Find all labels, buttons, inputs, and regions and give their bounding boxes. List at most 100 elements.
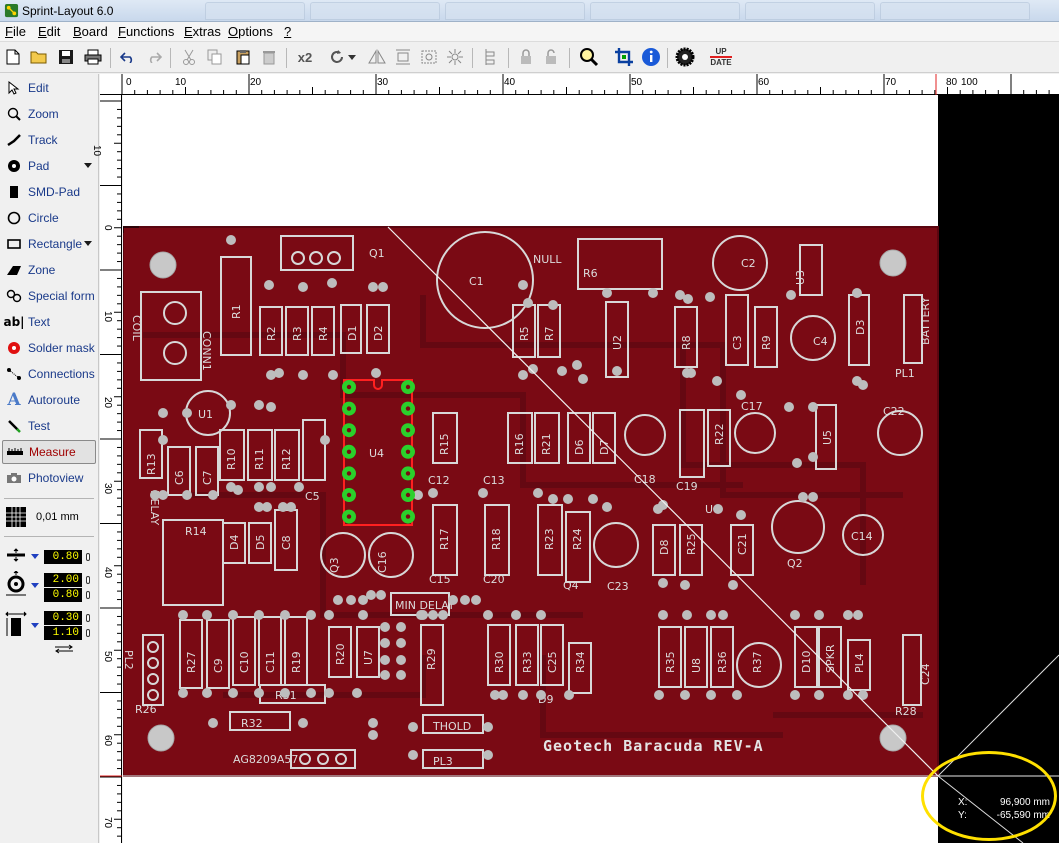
component-label: R14 xyxy=(185,525,207,538)
component-label: COIL xyxy=(130,315,143,342)
component-label: MIN DELAY xyxy=(395,599,455,612)
v-ruler-label: 70 xyxy=(102,817,113,829)
tool-solder-mask[interactable]: Solder mask xyxy=(2,336,96,360)
unit-toggle[interactable] xyxy=(86,553,90,561)
ungroup-icon[interactable] xyxy=(444,46,466,68)
delete-icon[interactable] xyxy=(258,46,280,68)
tool-rectangle[interactable]: Rectangle xyxy=(2,232,96,256)
paste-icon[interactable] xyxy=(232,46,254,68)
pad-outer-value[interactable]: 2.00 xyxy=(44,573,82,587)
panel-divider xyxy=(4,536,94,537)
pad-circle-icon xyxy=(4,156,24,176)
toolbar-separator xyxy=(472,48,473,68)
save-icon[interactable] xyxy=(55,46,77,68)
chevron-down-icon[interactable] xyxy=(31,554,39,559)
swap-arrows-icon[interactable] xyxy=(53,644,75,654)
tool-zoom[interactable]: Zoom xyxy=(2,102,96,126)
lock-icon[interactable] xyxy=(515,46,537,68)
redo-icon[interactable] xyxy=(143,46,165,68)
v-ruler-label: 30 xyxy=(102,483,113,495)
menu-edit[interactable]: Edit xyxy=(35,24,63,39)
rotate-icon[interactable] xyxy=(326,46,348,68)
mirror-horizontal-icon[interactable] xyxy=(366,46,388,68)
component-label: R2 xyxy=(265,326,278,341)
unit-toggle[interactable] xyxy=(86,629,90,637)
component-label: C15 xyxy=(429,573,451,586)
grid-setting[interactable]: 0,01 mm xyxy=(5,506,79,528)
unit-toggle[interactable] xyxy=(86,591,90,599)
highlight-annotation-ring xyxy=(921,751,1057,841)
mounting-hole xyxy=(879,249,907,277)
tool-panel: Edit Zoom Track Pad SMD-Pad Circle Recta… xyxy=(0,74,99,843)
tool-test[interactable]: Test xyxy=(2,414,96,438)
component-label: U3 xyxy=(794,270,807,285)
tool-special-form[interactable]: Special form xyxy=(2,284,96,308)
component-label: C2 xyxy=(741,257,756,270)
info-icon[interactable] xyxy=(640,46,662,68)
vertical-ruler-ticks xyxy=(100,100,122,837)
sprint-layout-app-icon xyxy=(4,3,19,18)
horizontal-ruler: 0 10 20 30 40 50 60 70 80 90 100 xyxy=(100,74,1059,95)
component-label: R15 xyxy=(438,433,451,455)
track-width-value[interactable]: 0.80 xyxy=(44,550,82,564)
copy-icon[interactable] xyxy=(204,46,226,68)
component-label: R29 xyxy=(425,648,438,670)
smd-height-value[interactable]: 1.10 xyxy=(44,626,82,640)
new-file-icon[interactable] xyxy=(2,46,24,68)
smd-width-value[interactable]: 0.30 xyxy=(44,611,82,625)
pad-inner-value[interactable]: 0.80 xyxy=(44,588,82,602)
tool-zone[interactable]: Zone xyxy=(2,258,96,282)
menu-help[interactable]: ? xyxy=(281,24,294,39)
tool-connections[interactable]: Connections xyxy=(2,362,96,386)
horizontal-ruler-ticks xyxy=(121,74,1050,95)
component-label: U4 xyxy=(369,447,384,460)
chevron-down-icon[interactable] xyxy=(84,163,92,168)
menu-file[interactable]: File xyxy=(2,24,29,39)
tool-edit[interactable]: Edit xyxy=(2,76,96,100)
tool-autoroute[interactable]: A Autoroute xyxy=(2,388,96,412)
cut-icon[interactable] xyxy=(178,46,200,68)
pcb-board[interactable]: Q1 C1 NULL R6 C2 U3 BATTERY PL1 COIL CONN1 R1 R2 R3 R… xyxy=(123,95,1059,843)
component-label: R33 xyxy=(521,651,534,673)
unlock-icon[interactable] xyxy=(541,46,563,68)
title-bar: Sprint-Layout 6.0 xyxy=(0,0,1059,22)
print-icon[interactable] xyxy=(82,46,104,68)
toolbar-separator xyxy=(569,48,570,68)
tool-pad[interactable]: Pad xyxy=(2,154,96,178)
open-folder-icon[interactable] xyxy=(28,46,50,68)
chevron-down-icon[interactable] xyxy=(84,241,92,246)
tool-track[interactable]: Track xyxy=(2,128,96,152)
undo-icon[interactable] xyxy=(117,46,139,68)
background-tab xyxy=(590,2,740,20)
unit-toggle[interactable] xyxy=(86,576,90,584)
tool-measure[interactable]: Measure xyxy=(2,440,96,464)
menu-board[interactable]: Board xyxy=(70,24,111,39)
layout-canvas[interactable]: Q1 C1 NULL R6 C2 U3 BATTERY PL1 COIL CONN1 R1 R2 R3 R… xyxy=(123,95,1059,843)
menu-extras[interactable]: Extras xyxy=(181,24,224,39)
component-label: R17 xyxy=(438,528,451,550)
menu-options[interactable]: Options xyxy=(225,24,276,39)
component-icon[interactable] xyxy=(480,46,502,68)
multiply-x2-icon[interactable]: x2 xyxy=(294,46,316,68)
tool-circle[interactable]: Circle xyxy=(2,206,96,230)
component-label: D2 xyxy=(372,326,385,341)
group-icon[interactable] xyxy=(418,46,440,68)
tool-text[interactable]: ab| Text xyxy=(2,310,96,334)
mirror-vertical-icon[interactable] xyxy=(392,46,414,68)
tool-smd-pad[interactable]: SMD-Pad xyxy=(2,180,96,204)
zoom-magnifier-icon[interactable] xyxy=(578,46,600,68)
component-label: R9 xyxy=(760,335,773,350)
chevron-down-icon[interactable] xyxy=(31,623,39,628)
tool-photoview[interactable]: Photoview xyxy=(2,466,96,490)
component-label: R8 xyxy=(680,335,693,350)
rotate-dropdown-arrow[interactable] xyxy=(346,46,358,68)
settings-gear-icon[interactable] xyxy=(674,46,696,68)
menu-functions[interactable]: Functions xyxy=(115,24,177,39)
component-label: R22 xyxy=(713,423,726,445)
chevron-down-icon[interactable] xyxy=(31,583,39,588)
unit-toggle[interactable] xyxy=(86,614,90,622)
component-label: C1 xyxy=(469,275,484,288)
update-icon[interactable]: UP DATE xyxy=(707,46,735,68)
component-label: PL3 xyxy=(433,755,453,768)
crop-icon[interactable] xyxy=(613,46,635,68)
